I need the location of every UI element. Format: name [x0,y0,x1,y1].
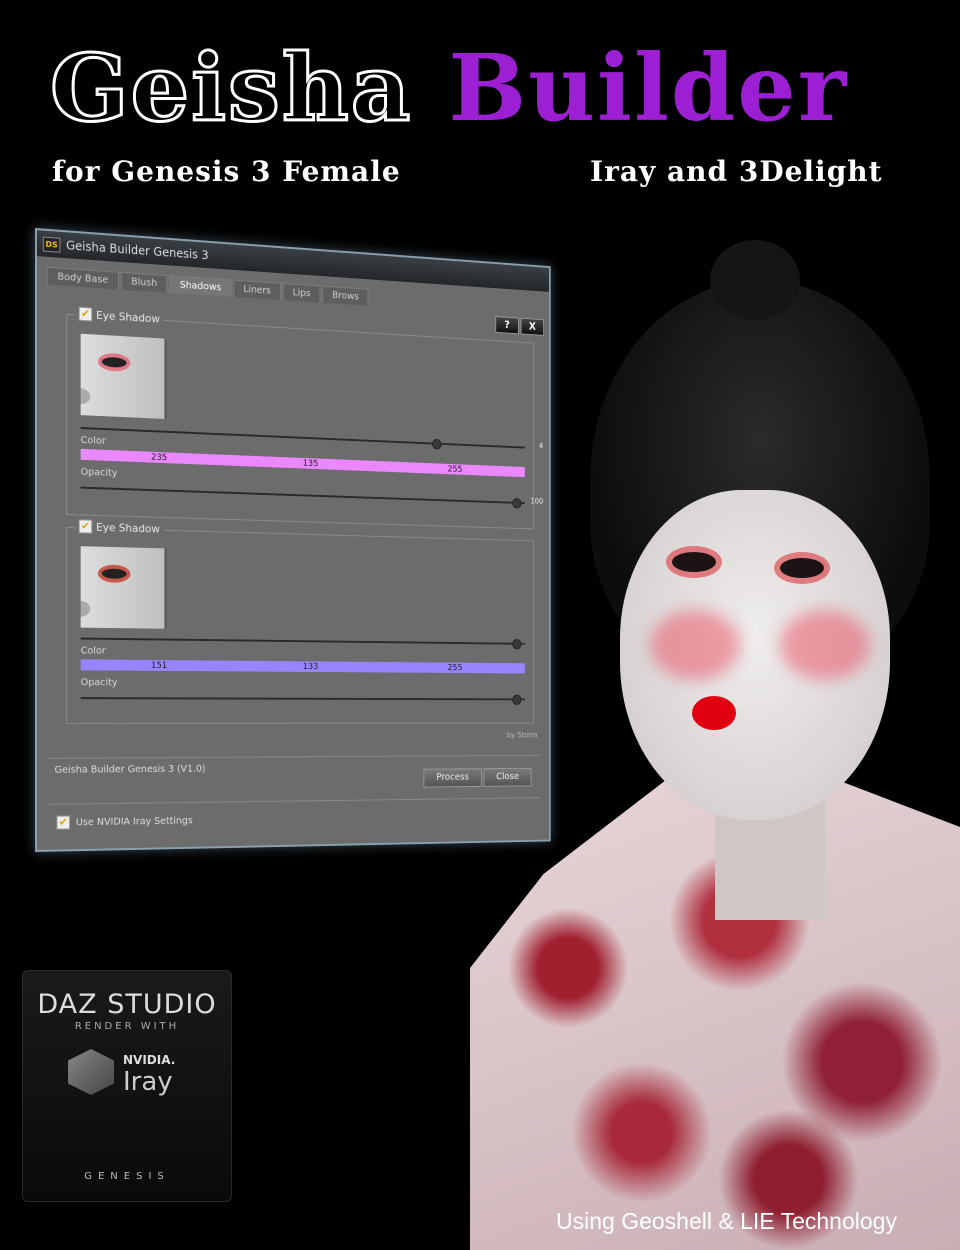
eye-shadow-1-slider[interactable]: 4 [80,427,543,450]
tab-body-base[interactable]: Body Base [46,266,119,290]
eye-shadow-1-slider-value: 4 [538,441,544,451]
slider-knob[interactable] [432,438,442,450]
color-r: 235 [151,452,168,463]
eye-shadow-2-checkbox[interactable]: ✔ [78,519,93,534]
process-button[interactable]: Process [423,768,482,788]
color-b: 255 [447,663,463,673]
author-credit: by Storm [506,730,538,740]
daz-studio-badge: DAZ STUDIO RENDER WITH NVIDIA. Iray GENE… [22,970,232,1202]
tab-brows[interactable]: Brows [322,285,369,306]
hair-bun [710,240,800,320]
face [620,490,890,820]
opacity-value: 100 [530,496,544,506]
eye-shadow-group-2: ✔ Eye Shadow Color 151 133 255 Opacity [66,519,535,724]
eye-shadow-1-checkbox[interactable]: ✔ [78,306,93,322]
color-b: 255 [447,464,463,475]
daz-studio-logo: DAZ STUDIO [37,989,217,1020]
iray-settings-row: ✔ Use NVIDIA Iray Settings [46,797,541,841]
close-button[interactable]: Close [483,767,532,787]
eye-shadow-1-opacity-slider[interactable]: 100 [80,486,543,509]
technology-tagline: Using Geoshell & LIE Technology [556,1208,897,1234]
iray-settings-checkbox[interactable]: ✔ [56,815,71,830]
right-cheek-blush [780,610,870,680]
eye-shadow-2-color-bar[interactable]: 151 133 255 [80,659,525,674]
opacity-label: Opacity [80,677,118,689]
eye-shadow-1-color-bar[interactable]: 235 135 255 [80,448,525,478]
title-geisha: Geisha [48,34,413,142]
daz-app-icon: DS [42,236,61,253]
right-eye [780,558,824,578]
title-builder: Builder [448,34,849,142]
eye-shadow-1-label: Eye Shadow [96,308,160,326]
slider-knob[interactable] [512,694,522,705]
help-button[interactable]: ? [495,316,519,335]
color-r: 151 [151,660,168,671]
subtitle-genesis: for Genesis 3 Female [52,155,401,188]
left-eye [672,552,716,572]
nvidia-iray-icon [68,1049,114,1095]
color-label: Color [80,434,106,447]
eye-shadow-2-opacity-slider[interactable] [80,694,525,705]
eye-shadow-group-1: ✔ Eye Shadow 4 Color 235 135 255 Opacity… [66,306,543,530]
iray-label: Iray [123,1067,173,1097]
tab-lips[interactable]: Lips [282,282,321,303]
color-g: 135 [302,458,319,469]
color-label: Color [80,645,106,657]
slider-knob[interactable] [512,498,522,509]
tab-shadows[interactable]: Shadows [169,275,232,297]
iray-settings-label: Use NVIDIA Iray Settings [75,815,193,828]
eye-shadow-2-preview [80,546,167,629]
product-title: Geisha Builder [48,41,930,136]
geisha-builder-dialog: DS Geisha Builder Genesis 3 ? X Body Bas… [35,228,551,852]
red-lips [692,696,736,730]
tab-liners[interactable]: Liners [233,279,281,301]
eye-shadow-2-label: Eye Shadow [96,520,160,536]
eye-shadow-2-slider[interactable] [80,637,525,650]
color-g: 133 [302,661,319,672]
nvidia-label: NVIDIA. [123,1053,176,1067]
render-with-label: RENDER WITH [74,1021,180,1032]
close-icon[interactable]: X [520,317,545,336]
genesis-logo: GENESIS [84,1171,170,1182]
slider-knob[interactable] [512,639,522,650]
subtitle-render-engines: Iray and 3Delight [590,155,883,188]
left-cheek-blush [650,610,740,680]
opacity-label: Opacity [80,466,118,480]
version-label: Geisha Builder Genesis 3 (V1.0) [54,763,206,776]
tab-blush[interactable]: Blush [120,271,168,293]
eye-shadow-1-preview [80,333,167,420]
